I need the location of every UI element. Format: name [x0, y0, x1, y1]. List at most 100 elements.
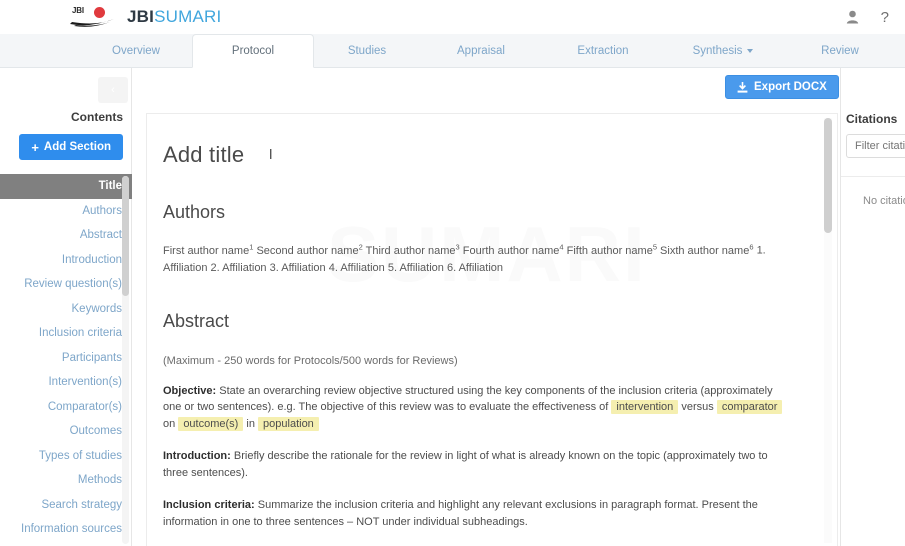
- objective-paragraph[interactable]: Objective: State an overarching review o…: [163, 383, 791, 433]
- add-section-button[interactable]: + Add Section: [19, 134, 123, 160]
- tab-label: Appraisal: [457, 45, 505, 57]
- document-body: Add title I Authors First author name1 S…: [163, 142, 791, 546]
- sidebar-item-introduction[interactable]: Introduction: [0, 248, 132, 273]
- sidebar-item-methods[interactable]: Methods: [0, 468, 132, 493]
- nav-tab-list: Overview Protocol Studies Appraisal Extracti…: [0, 34, 905, 68]
- author-name: Third author name: [365, 244, 456, 257]
- tab-overview[interactable]: Overview: [88, 34, 184, 68]
- author-affiliation-marker: 6: [749, 242, 754, 251]
- sidebar-item-review-question-s[interactable]: Review question(s): [0, 272, 132, 297]
- sidebar-item-label: Comparator(s): [47, 400, 122, 413]
- highlight-population[interactable]: population: [258, 416, 319, 431]
- tab-synthesis[interactable]: Synthesis: [675, 34, 771, 68]
- sidebar-item-title[interactable]: Title: [0, 174, 132, 199]
- authors-heading: Authors: [163, 202, 226, 222]
- jbi-dot-icon: [94, 7, 105, 18]
- main-navigation: Overview Protocol Studies Appraisal Extracti…: [0, 34, 905, 68]
- authors-block[interactable]: First author name1 Second author name2 T…: [163, 241, 791, 277]
- author-name: Sixth author name: [660, 244, 750, 257]
- brand-title-second: SUMARI: [154, 7, 222, 26]
- citations-heading: Citations: [846, 112, 898, 126]
- tab-studies[interactable]: Studies: [319, 34, 415, 68]
- sidebar-item-types-of-studies[interactable]: Types of studies: [0, 444, 132, 469]
- objective-mid-2: on: [163, 417, 176, 430]
- introduction-label: Introduction:: [163, 450, 231, 463]
- help-icon[interactable]: ?: [881, 9, 889, 26]
- sidebar-item-intervention-s[interactable]: Intervention(s): [0, 370, 132, 395]
- sidebar-item-inclusion-criteria[interactable]: Inclusion criteria: [0, 321, 132, 346]
- brand-logo[interactable]: JBI JBISUMARI: [70, 6, 221, 28]
- jbi-badge-text: JBI: [72, 6, 84, 15]
- author-name: First author name: [163, 244, 250, 257]
- sidebar-item-label: Methods: [77, 474, 122, 487]
- export-docx-button[interactable]: Export DOCX: [725, 75, 839, 99]
- sidebar-item-abstract[interactable]: Abstract: [0, 223, 132, 248]
- sidebar-item-authors[interactable]: Authors: [0, 199, 132, 224]
- sidebar-item-search-strategy[interactable]: Search strategy: [0, 493, 132, 518]
- tab-appraisal[interactable]: Appraisal: [433, 34, 529, 68]
- author-name: Second author name: [256, 244, 359, 257]
- tab-review[interactable]: Review: [792, 34, 888, 68]
- citations-divider: [841, 176, 905, 177]
- add-section-label: Add Section: [43, 141, 111, 153]
- plus-icon: +: [31, 139, 39, 155]
- sidebar-item-label: Outcomes: [69, 425, 122, 438]
- previous-section-button[interactable]: ‹: [98, 77, 128, 103]
- author-name: Fourth author name: [462, 244, 560, 257]
- abstract-word-limit-note: (Maximum - 250 words for Protocols/500 w…: [163, 354, 458, 367]
- export-docx-label: Export DOCX: [754, 81, 827, 93]
- author-affiliation-marker: 3: [455, 242, 460, 251]
- tab-label: Synthesis: [692, 45, 743, 57]
- sidebar-item-comparator-s[interactable]: Comparator(s): [0, 395, 132, 420]
- document-scrollbar-thumb[interactable]: [824, 118, 832, 233]
- chevron-down-icon: [747, 49, 754, 53]
- author-names-list: First author name1 Second author name2 T…: [163, 242, 757, 257]
- sidebar-item-label: Title: [98, 180, 122, 193]
- sidebar-item-participants[interactable]: Participants: [0, 346, 132, 371]
- user-icon[interactable]: [846, 10, 859, 24]
- sidebar-scrollbar-thumb[interactable]: [122, 176, 129, 296]
- author-affiliation-marker: 4: [559, 242, 564, 251]
- document-editor[interactable]: SUMARI Add title I Authors First author …: [146, 113, 838, 546]
- inclusion-criteria-label: Inclusion criteria:: [163, 499, 255, 512]
- highlight-intervention[interactable]: intervention: [611, 400, 679, 415]
- objective-mid-1: versus: [681, 401, 714, 414]
- app-header: JBI JBISUMARI ?: [0, 0, 905, 34]
- brand-title-first: JBI: [127, 7, 155, 26]
- tab-label: Protocol: [231, 45, 275, 57]
- sidebar-item-label: Information sources: [21, 523, 122, 536]
- jbi-swoosh-icon: [70, 19, 114, 27]
- contents-sidebar: Contents + Add Section Title Authors Abstr…: [0, 68, 132, 546]
- objective-mid-3: in: [246, 417, 255, 430]
- introduction-paragraph[interactable]: Introduction: Briefly describe the ratio…: [163, 448, 791, 481]
- document-title-placeholder: Add title: [163, 142, 245, 167]
- sidebar-item-label: Inclusion criteria: [38, 327, 122, 340]
- tab-label: Extraction: [577, 45, 629, 57]
- sidebar-item-information-sources[interactable]: Information sources: [0, 517, 132, 542]
- sidebar-item-label: Types of studies: [38, 449, 122, 462]
- sidebar-item-label: Review question(s): [24, 278, 122, 291]
- citations-filter-input[interactable]: [846, 134, 905, 158]
- document-scrollbar[interactable]: [824, 118, 832, 543]
- sidebar-item-label: Introduction: [61, 253, 122, 266]
- sidebar-item-label: Abstract: [79, 229, 122, 242]
- highlight-outcomes[interactable]: outcome(s): [178, 416, 244, 431]
- user-glyph-icon: [846, 10, 858, 24]
- sidebar-scrollbar[interactable]: [122, 176, 129, 544]
- sidebar-item-outcomes[interactable]: Outcomes: [0, 419, 132, 444]
- highlight-comparator[interactable]: comparator: [716, 400, 783, 415]
- document-page[interactable]: SUMARI Add title I Authors First author …: [147, 114, 825, 546]
- tab-extraction[interactable]: Extraction: [555, 34, 651, 68]
- author-affiliation-marker: 5: [652, 242, 657, 251]
- tab-protocol[interactable]: Protocol: [192, 34, 314, 68]
- text-cursor-icon: I: [268, 146, 273, 163]
- brand-title: JBISUMARI: [127, 7, 221, 27]
- inclusion-criteria-paragraph[interactable]: Inclusion criteria: Summarize the inclus…: [163, 497, 791, 530]
- tab-label: Review: [821, 45, 859, 57]
- abstract-heading: Abstract: [163, 310, 230, 331]
- document-title-field[interactable]: Add title I: [163, 142, 791, 168]
- citations-empty-message: No citations: [863, 195, 905, 207]
- introduction-text: Briefly describe the rationale for the r…: [163, 450, 768, 479]
- sidebar-item-keywords[interactable]: Keywords: [0, 297, 132, 322]
- tab-label: Overview: [112, 45, 160, 57]
